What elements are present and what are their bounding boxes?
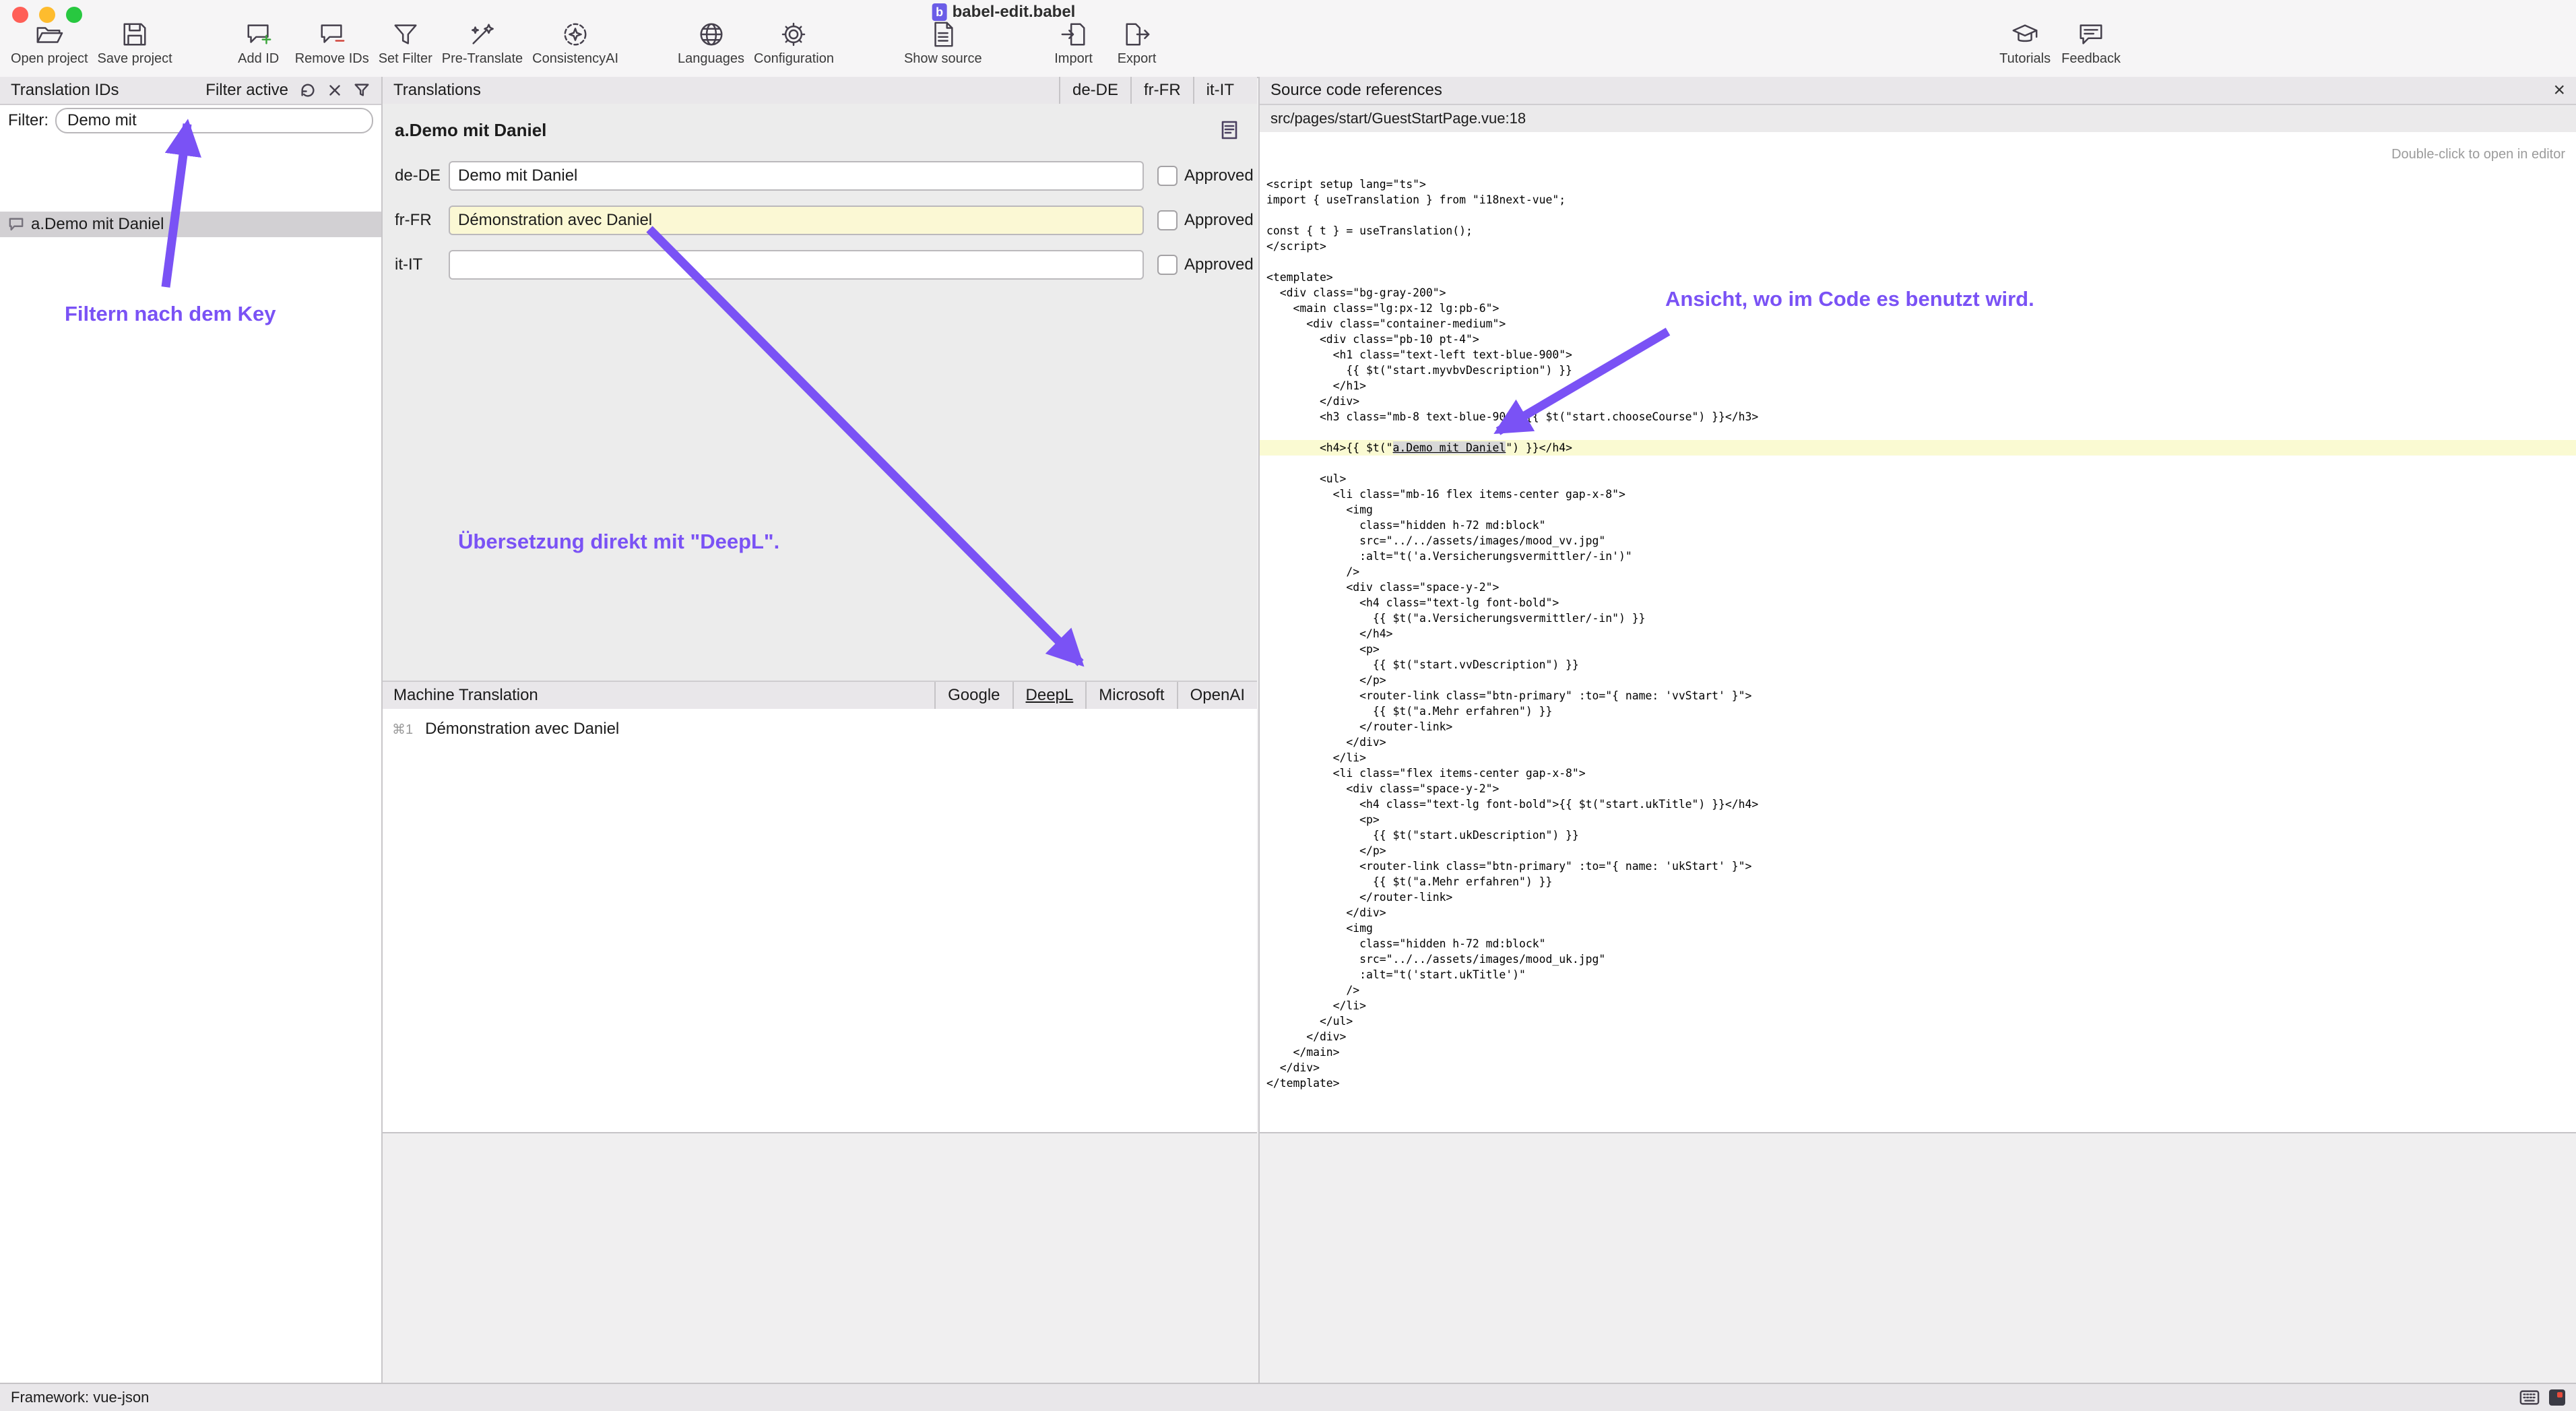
add-id-button[interactable]: Add ID [232, 20, 286, 67]
approved-checkbox-de[interactable] [1157, 166, 1178, 186]
add-id-icon [245, 20, 273, 49]
translation-id-label: a.Demo mit Daniel [31, 215, 164, 234]
open-project-button[interactable]: Open project [11, 20, 88, 67]
entry-title: a.Demo mit Daniel [395, 120, 1245, 141]
globe-icon [697, 20, 726, 49]
tab-openai[interactable]: OpenAI [1177, 682, 1257, 709]
translation-row-fr: fr-FR Approved [383, 206, 1257, 235]
remove-ids-button[interactable]: Remove IDs [295, 20, 369, 67]
remove-ids-icon [318, 20, 346, 49]
source-document-icon [929, 20, 957, 49]
machine-translation-header: Machine Translation Google DeepL Microso… [383, 681, 1257, 710]
lang-label-de: de-DE [395, 166, 449, 185]
languages-button[interactable]: Languages [678, 20, 744, 67]
lang-label-fr: fr-FR [395, 211, 449, 230]
filter-input[interactable] [55, 108, 373, 133]
export-button[interactable]: Export [1110, 20, 1164, 67]
mt-provider-tabs: Google DeepL Microsoft OpenAI [934, 682, 1257, 709]
tab-microsoft[interactable]: Microsoft [1085, 682, 1176, 709]
feedback-bubble-icon [2077, 20, 2105, 49]
approved-label-it: Approved [1184, 255, 1254, 274]
app-badge-icon[interactable] [2549, 1389, 2565, 1406]
import-button[interactable]: Import [1047, 20, 1101, 67]
consistency-ai-button[interactable]: ConsistencyAI [532, 20, 618, 67]
translation-input-fr[interactable] [449, 206, 1144, 235]
window-chrome: b babel-edit.babel Open project Save pro… [0, 0, 2576, 78]
close-panel-icon[interactable]: × [2553, 80, 2565, 100]
tab-deepl[interactable]: DeepL [1012, 682, 1086, 709]
translation-input-it[interactable] [449, 250, 1144, 280]
status-bar: Framework: vue-json [0, 1383, 2576, 1411]
highlighted-translation-key: a.Demo mit Daniel [1393, 441, 1506, 454]
source-code-header: Source code references × [1260, 77, 2576, 105]
set-filter-button[interactable]: Set Filter [379, 20, 432, 67]
translation-id-item[interactable]: a.Demo mit Daniel [0, 212, 381, 237]
translations-title: Translations [393, 81, 481, 100]
export-icon [1123, 20, 1151, 49]
filter-icon[interactable] [353, 82, 371, 99]
message-bubble-icon [8, 217, 24, 232]
import-icon [1060, 20, 1088, 49]
tutorials-button[interactable]: Tutorials [1998, 20, 2052, 67]
source-references-icon [1221, 120, 1238, 140]
tab-it-IT[interactable]: it-IT [1193, 77, 1246, 104]
language-tabs: de-DE fr-FR it-IT [1059, 77, 1246, 104]
translation-ids-header: Translation IDs Filter active [0, 77, 381, 105]
window-title: b babel-edit.babel [932, 3, 1076, 22]
keyboard-icon[interactable] [2519, 1389, 2540, 1406]
filter-label: Filter: [8, 111, 49, 130]
code-block: <script setup lang="ts">import { useTran… [1260, 177, 2576, 1091]
consistency-ai-icon [561, 20, 589, 49]
refresh-icon[interactable] [299, 82, 317, 99]
filter-funnel-icon [391, 20, 420, 49]
lang-label-it: it-IT [395, 255, 449, 274]
feedback-button[interactable]: Feedback [2061, 20, 2121, 67]
translation-ids-panel: Translation IDs Filter active Filter: a.… [0, 77, 383, 1384]
source-references-toggle[interactable] [1221, 120, 1238, 146]
mt-suggestion[interactable]: ⌘1 Démonstration avec Daniel [383, 709, 1257, 739]
clear-filter-icon[interactable] [326, 82, 344, 99]
file-reference: src/pages/start/GuestStartPage.vue:18 [1270, 110, 1526, 127]
editor-hint: Double-click to open in editor [2391, 147, 2565, 162]
framework-label: Framework: vue-json [11, 1389, 149, 1406]
approved-label-fr: Approved [1184, 211, 1254, 230]
filter-active-label: Filter active [205, 81, 288, 100]
app-icon: b [932, 3, 947, 21]
translation-row-it: it-IT Approved [383, 250, 1257, 280]
mt-shortcut-badge: ⌘1 [392, 721, 413, 738]
save-icon [121, 20, 149, 49]
translation-id-list: a.Demo mit Daniel [0, 212, 381, 1384]
save-project-button[interactable]: Save project [98, 20, 172, 67]
translation-row-de: de-DE Approved [383, 161, 1257, 191]
tab-fr-FR[interactable]: fr-FR [1130, 77, 1193, 104]
babeledit-window: b babel-edit.babel Open project Save pro… [0, 0, 2576, 1411]
tab-de-DE[interactable]: de-DE [1059, 77, 1130, 104]
toolbar: Open project Save project Add ID Remove … [0, 20, 2576, 74]
approved-label-de: Approved [1184, 166, 1254, 185]
graduation-cap-icon [2011, 20, 2039, 49]
approved-checkbox-it[interactable] [1157, 255, 1178, 275]
machine-translation-results: ⌘1 Démonstration avec Daniel [383, 709, 1257, 1133]
show-source-button[interactable]: Show source [904, 20, 982, 67]
machine-translation-title: Machine Translation [393, 686, 538, 705]
translations-header: Translations de-DE fr-FR it-IT [383, 77, 1257, 105]
tab-google[interactable]: Google [934, 682, 1012, 709]
translation-ids-title: Translation IDs [11, 81, 119, 100]
filter-row: Filter: [0, 105, 381, 136]
configuration-button[interactable]: Configuration [754, 20, 834, 67]
source-code-panel: Source code references × src/pages/start… [1258, 77, 2576, 1384]
file-reference-bar[interactable]: src/pages/start/GuestStartPage.vue:18 [1260, 105, 2576, 133]
open-folder-icon [35, 20, 63, 49]
code-viewer[interactable]: Double-click to open in editor <script s… [1260, 132, 2576, 1133]
magic-wand-icon [468, 20, 496, 49]
translation-input-de[interactable] [449, 161, 1144, 191]
gear-icon [779, 20, 808, 49]
source-code-title: Source code references [1270, 81, 1442, 100]
translation-editor: a.Demo mit Daniel de-DE Approved fr-FR A… [383, 104, 1257, 681]
pre-translate-button[interactable]: Pre-Translate [442, 20, 523, 67]
translations-panel: Translations de-DE fr-FR it-IT a.Demo mi… [383, 77, 1257, 1384]
approved-checkbox-fr[interactable] [1157, 210, 1178, 230]
mt-result-text: Démonstration avec Daniel [425, 720, 619, 739]
